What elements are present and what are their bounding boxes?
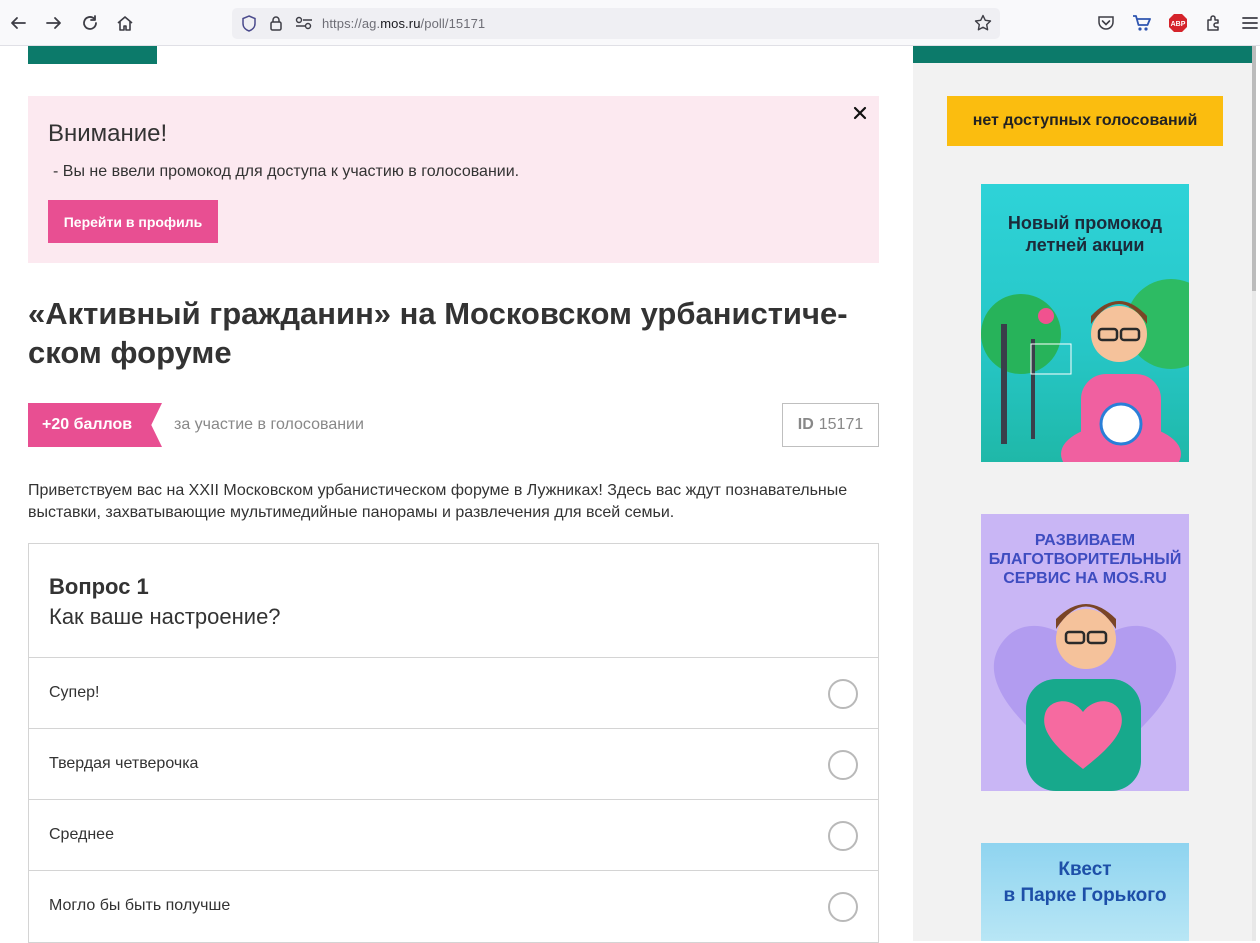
lock-icon[interactable] bbox=[269, 15, 283, 37]
answer-radio[interactable] bbox=[828, 679, 858, 709]
adblock-icon[interactable]: ABP bbox=[1166, 11, 1190, 35]
sidebar-header-strip bbox=[913, 46, 1256, 63]
page-title-line-1: «Активный гражданин» на Московском урбан… bbox=[28, 296, 848, 331]
alert-title: Внимание! bbox=[48, 120, 168, 147]
banner-illustration bbox=[993, 604, 1177, 791]
promo-banner-summer[interactable]: Новый промокод летней акции bbox=[981, 184, 1189, 462]
answer-option[interactable]: Твердая четверочка bbox=[29, 728, 878, 799]
poll-intro: Приветствуем вас на XXII Московском урба… bbox=[28, 482, 848, 521]
answer-option[interactable]: Среднее bbox=[29, 799, 878, 870]
browser-toolbar: https://ag.mos.ru/poll/15171 ABP bbox=[0, 0, 1260, 46]
reload-icon[interactable] bbox=[78, 11, 102, 35]
answer-radio[interactable] bbox=[828, 821, 858, 851]
banner-title: Квест в Парке Горького bbox=[981, 857, 1189, 909]
sidebar: нет доступных голосований Новый промокод… bbox=[913, 46, 1256, 941]
points-badge: +20 баллов bbox=[28, 403, 162, 447]
answer-option-label: Среднее bbox=[49, 826, 114, 843]
answer-option-label: Твердая четверочка bbox=[49, 755, 199, 772]
extensions-icon[interactable] bbox=[1202, 11, 1226, 35]
page-content: Внимание! - Вы не ввели промокод для дос… bbox=[0, 46, 1260, 943]
question-card: Вопрос 1 Как ваше настроение? Супер! Тве… bbox=[28, 543, 879, 943]
alert-box: Внимание! - Вы не ввели промокод для дос… bbox=[28, 96, 879, 263]
cart-icon[interactable] bbox=[1130, 11, 1154, 35]
poll-id-badge: ID 15171 bbox=[782, 403, 879, 447]
address-bar[interactable]: https://ag.mos.ru/poll/15171 bbox=[232, 8, 1000, 39]
banner-title-line: Квест bbox=[1058, 859, 1112, 880]
banner-title-line: в Парке Горького bbox=[1003, 885, 1167, 906]
answer-option[interactable]: Супер! bbox=[29, 657, 878, 728]
forward-icon[interactable] bbox=[42, 11, 66, 35]
shield-icon[interactable] bbox=[241, 15, 257, 37]
home-icon[interactable] bbox=[113, 11, 137, 35]
page-title: «Активный гражданин» на Московском урбан… bbox=[28, 294, 868, 372]
answer-radio[interactable] bbox=[828, 750, 858, 780]
header-tab-strip bbox=[28, 46, 157, 64]
bookmark-star-icon[interactable] bbox=[974, 14, 992, 37]
question-header: Вопрос 1 Как ваше настроение? bbox=[49, 574, 281, 630]
url-text[interactable]: https://ag.mos.ru/poll/15171 bbox=[322, 16, 485, 31]
banner-illustration bbox=[981, 279, 1189, 462]
back-icon[interactable] bbox=[6, 11, 30, 35]
close-icon[interactable] bbox=[851, 102, 871, 122]
go-to-profile-button[interactable]: Перейти в профиль bbox=[48, 200, 218, 243]
permissions-icon[interactable] bbox=[295, 16, 313, 35]
poll-id-value: 15171 bbox=[818, 416, 864, 433]
no-votes-button[interactable]: нет доступных голосований bbox=[947, 96, 1223, 146]
pocket-icon[interactable] bbox=[1094, 11, 1118, 35]
menu-icon[interactable] bbox=[1238, 11, 1260, 35]
points-caption: за участие в голосовании bbox=[174, 416, 364, 433]
answer-option-label: Могло бы быть получше bbox=[49, 897, 231, 914]
svg-text:ABP: ABP bbox=[1171, 21, 1186, 28]
charity-banner[interactable]: РАЗВИВАЕМ БЛАГОТВОРИТЕЛЬНЫЙ СЕРВИС НА MO… bbox=[981, 514, 1189, 791]
scrollbar[interactable] bbox=[1252, 46, 1256, 941]
answer-option[interactable]: Могло бы быть получше bbox=[29, 870, 878, 941]
question-text: Как ваше настроение? bbox=[49, 604, 281, 629]
question-number: Вопрос 1 bbox=[49, 574, 149, 599]
page-title-line-2: ском форуме bbox=[28, 335, 232, 370]
quest-banner[interactable]: Квест в Парке Горького bbox=[981, 843, 1189, 941]
answer-radio[interactable] bbox=[828, 892, 858, 922]
poll-id-label: ID bbox=[797, 416, 814, 433]
answer-option-label: Супер! bbox=[49, 684, 100, 701]
scrollbar-thumb[interactable] bbox=[1252, 46, 1256, 291]
alert-text: - Вы не ввели промокод для доступа к уча… bbox=[53, 163, 520, 180]
